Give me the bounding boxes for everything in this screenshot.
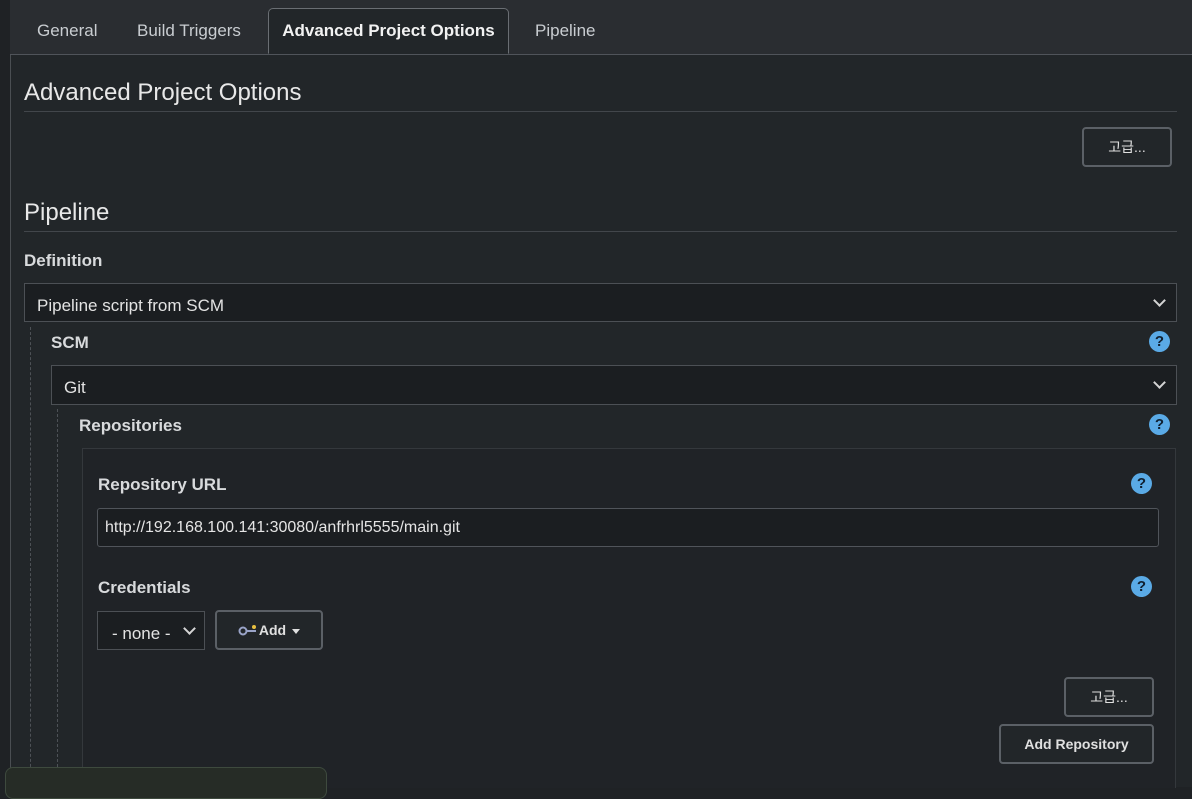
chevron-down-icon [183, 622, 196, 635]
tab-advanced-project-options[interactable]: Advanced Project Options [268, 8, 509, 54]
tab-pipeline[interactable]: Pipeline [535, 9, 596, 53]
divider [24, 231, 1177, 232]
scm-select-value: Git [64, 378, 86, 397]
definition-select-value: Pipeline script from SCM [37, 296, 225, 315]
credentials-label: Credentials [98, 578, 191, 597]
question-circle-icon[interactable]: ? [1149, 331, 1170, 352]
scm-label: SCM [51, 333, 89, 352]
question-circle-icon[interactable]: ? [1149, 414, 1170, 435]
tab-build-triggers[interactable]: Build Triggers [137, 9, 241, 53]
repository-url-label: Repository URL [98, 475, 227, 494]
add-repository-button[interactable]: Add Repository [999, 724, 1154, 764]
credentials-select-value: - none - [112, 624, 171, 643]
nesting-guide [57, 409, 58, 787]
question-circle-icon[interactable]: ? [1131, 576, 1152, 597]
pipeline-section-title: Pipeline [24, 199, 110, 226]
tab-general[interactable]: General [37, 9, 97, 53]
advanced-section-title: Advanced Project Options [24, 79, 302, 106]
divider [24, 111, 1177, 112]
repository-url-input[interactable] [97, 508, 1159, 547]
repositories-label: Repositories [79, 416, 182, 435]
chevron-down-icon [1153, 376, 1166, 389]
question-circle-icon[interactable]: ? [1131, 473, 1152, 494]
caret-down-icon [292, 628, 301, 634]
repository-advanced-button[interactable]: 고급... [1064, 677, 1154, 717]
add-button-label: Add [258, 622, 287, 638]
definition-select[interactable]: Pipeline script from SCM [24, 283, 1177, 322]
nesting-guide [30, 327, 31, 787]
chevron-down-icon [1153, 294, 1166, 307]
credentials-select[interactable]: - none - [97, 611, 205, 650]
scm-select[interactable]: Git [51, 365, 1177, 405]
notification-bar [5, 767, 327, 799]
add-credentials-button[interactable]: Add [215, 610, 323, 650]
advanced-options-button[interactable]: 고급... [1082, 127, 1172, 167]
key-icon [238, 625, 256, 636]
definition-label: Definition [24, 251, 103, 270]
